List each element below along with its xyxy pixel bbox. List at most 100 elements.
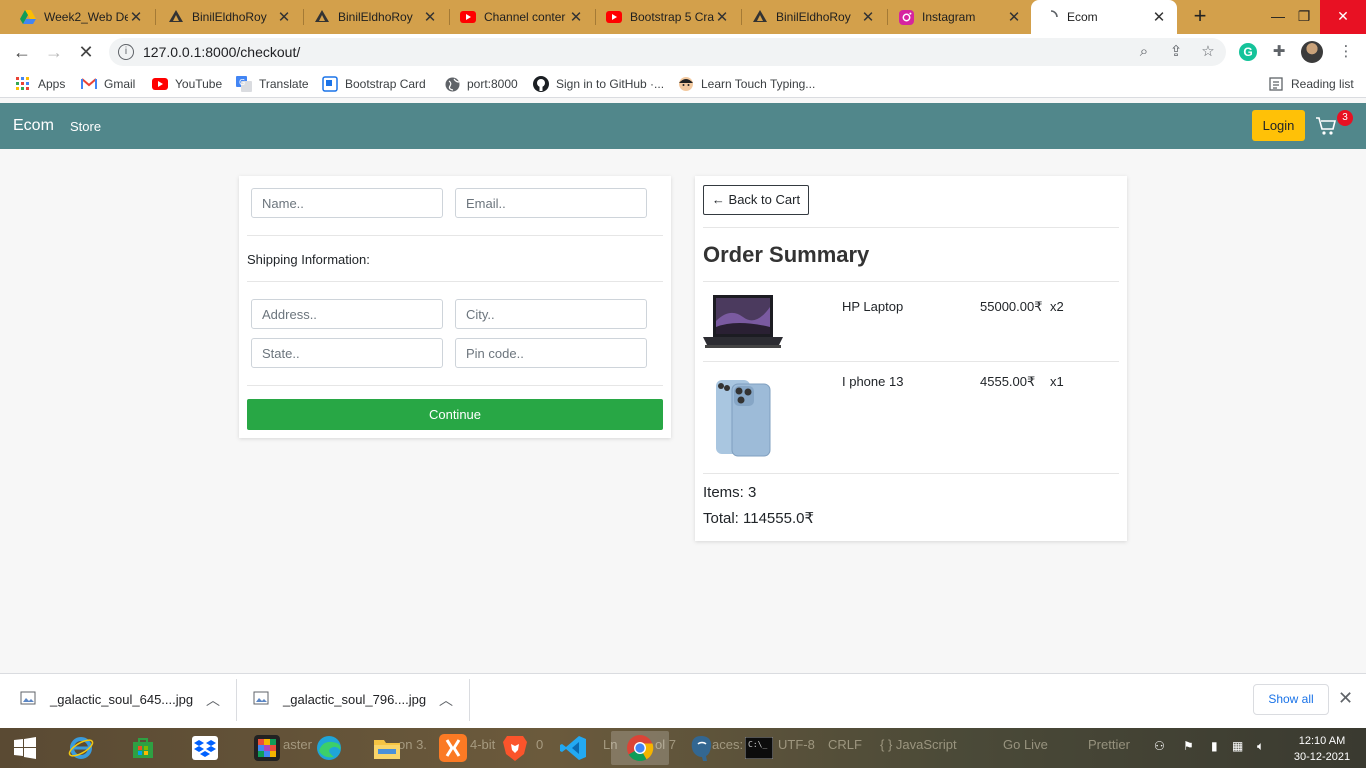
download-item[interactable]: _galactic_soul_796....jpg bbox=[253, 691, 426, 708]
url-text[interactable]: 127.0.0.1:8000/checkout/ bbox=[143, 44, 300, 60]
product-quantity: x2 bbox=[1050, 299, 1064, 314]
bookmark-typing[interactable]: Learn Touch Typing... bbox=[678, 74, 815, 94]
menu-kebab-icon[interactable]: ⋮ bbox=[1336, 42, 1356, 62]
postgresql-icon[interactable] bbox=[683, 731, 719, 765]
address-field[interactable] bbox=[251, 299, 443, 329]
bookmark-label: Bootstrap Card bbox=[345, 77, 426, 91]
svg-text:C:\_: C:\_ bbox=[748, 740, 767, 749]
google-drive-icon bbox=[20, 9, 36, 25]
close-downloads-icon[interactable]: ✕ bbox=[1338, 688, 1353, 709]
bookmark-label: Learn Touch Typing... bbox=[701, 77, 816, 91]
typing-icon bbox=[678, 76, 694, 92]
divider bbox=[247, 235, 663, 236]
login-button[interactable]: Login bbox=[1252, 110, 1305, 141]
browser-tab[interactable]: Instagram ✕ bbox=[886, 0, 1032, 34]
back-arrow-icon[interactable]: ← bbox=[10, 41, 34, 65]
tab-close-icon[interactable]: ✕ bbox=[1006, 8, 1022, 26]
taskbar-clock[interactable]: 12:10 AM 30-12-2021 bbox=[1285, 733, 1359, 765]
email-field[interactable] bbox=[455, 188, 647, 218]
window-close-icon[interactable]: ✕ bbox=[1320, 0, 1366, 34]
github-user-icon bbox=[168, 9, 184, 25]
browser-tab[interactable]: Channel conter ✕ bbox=[448, 0, 594, 34]
terminal-icon[interactable]: C:\_ bbox=[741, 731, 777, 765]
new-tab-plus-icon[interactable]: + bbox=[1188, 5, 1212, 29]
share-icon[interactable]: ⇪ bbox=[1166, 42, 1186, 62]
network-icon[interactable]: ▦ bbox=[1232, 739, 1243, 753]
bookmark-youtube[interactable]: YouTube bbox=[152, 74, 222, 94]
tab-title: BinilEldhoRoy bbox=[776, 10, 851, 24]
brand-logo[interactable]: Ecom bbox=[13, 117, 54, 135]
battery-icon[interactable]: ▮ bbox=[1211, 739, 1218, 753]
internet-explorer-icon[interactable] bbox=[63, 731, 99, 765]
bookmark-bootstrap-card[interactable]: Bootstrap Card bbox=[322, 74, 426, 94]
xampp-icon[interactable] bbox=[435, 731, 471, 765]
browser-tab[interactable]: Bootstrap 5 Cra ✕ bbox=[594, 0, 740, 34]
reading-list[interactable]: Reading list bbox=[1268, 74, 1354, 94]
bookmark-apps[interactable]: Apps bbox=[15, 74, 65, 94]
extensions-puzzle-icon[interactable]: ✚ bbox=[1269, 42, 1289, 62]
gmail-icon bbox=[81, 76, 97, 92]
forward-arrow-icon[interactable]: → bbox=[42, 41, 66, 65]
nav-link-store[interactable]: Store bbox=[70, 119, 101, 134]
browser-tab[interactable]: BinilEldhoRoy ✕ bbox=[302, 0, 448, 34]
globe-icon bbox=[444, 76, 460, 92]
volume-icon[interactable]: 🔈︎ bbox=[1257, 739, 1264, 754]
bookmark-port[interactable]: port:8000 bbox=[444, 74, 518, 94]
browser-tab[interactable]: BinilEldhoRoy ✕ bbox=[156, 0, 302, 34]
photos-app-icon[interactable] bbox=[249, 731, 285, 765]
tab-close-icon[interactable]: ✕ bbox=[276, 8, 292, 26]
tab-title: Bootstrap 5 Cra bbox=[630, 10, 714, 24]
laptop-image bbox=[703, 293, 783, 356]
browser-tab-active[interactable]: Ecom ✕ bbox=[1031, 0, 1177, 34]
tab-title: Channel conter bbox=[484, 10, 566, 24]
bookmark-gmail[interactable]: Gmail bbox=[81, 74, 135, 94]
background-text: aster bbox=[283, 737, 312, 752]
bookmark-translate[interactable]: G Translate bbox=[236, 74, 309, 94]
pincode-field[interactable] bbox=[455, 338, 647, 368]
clock-time: 12:10 AM bbox=[1298, 735, 1346, 747]
profile-avatar[interactable] bbox=[1301, 41, 1323, 63]
browser-tab[interactable]: BinilEldhoRoy ✕ bbox=[740, 0, 886, 34]
bookmark-star-icon[interactable]: ☆ bbox=[1198, 42, 1218, 62]
user-icon[interactable]: ⚇ bbox=[1154, 739, 1165, 753]
grammarly-icon[interactable]: G bbox=[1239, 43, 1257, 61]
tab-title: BinilEldhoRoy bbox=[338, 10, 413, 24]
bookmark-github[interactable]: Sign in to GitHub ·... bbox=[533, 74, 664, 94]
tab-close-icon[interactable]: ✕ bbox=[1151, 8, 1167, 26]
tab-close-icon[interactable]: ✕ bbox=[714, 8, 730, 26]
tab-close-icon[interactable]: ✕ bbox=[128, 8, 144, 26]
dropbox-icon[interactable] bbox=[187, 731, 223, 765]
site-info-icon[interactable]: i bbox=[118, 44, 134, 60]
background-text: CRLF bbox=[828, 737, 862, 752]
name-field[interactable] bbox=[251, 188, 443, 218]
image-file-icon bbox=[20, 691, 36, 708]
store-icon[interactable] bbox=[125, 731, 161, 765]
file-explorer-icon[interactable] bbox=[369, 731, 405, 765]
browser-tab[interactable]: Week2_Web De ✕ bbox=[8, 0, 154, 34]
show-all-button[interactable]: Show all bbox=[1253, 684, 1329, 715]
tab-close-icon[interactable]: ✕ bbox=[860, 8, 876, 26]
chevron-up-icon[interactable]: ︿ bbox=[206, 690, 220, 710]
tab-close-icon[interactable]: ✕ bbox=[422, 8, 438, 26]
stop-loading-icon[interactable]: ✕ bbox=[74, 41, 98, 65]
cart-icon[interactable] bbox=[1315, 116, 1337, 139]
zoom-icon[interactable]: ⌕ bbox=[1134, 42, 1154, 62]
image-file-icon bbox=[253, 691, 269, 708]
product-price: 4555.00₹ bbox=[980, 374, 1036, 389]
back-to-cart-button[interactable]: ← Back to Cart bbox=[703, 185, 809, 215]
brave-icon[interactable] bbox=[497, 731, 533, 765]
chrome-icon[interactable] bbox=[611, 731, 669, 765]
edge-icon[interactable] bbox=[311, 731, 347, 765]
city-field[interactable] bbox=[455, 299, 647, 329]
flag-icon[interactable]: ⚑ bbox=[1183, 739, 1194, 753]
chevron-up-icon[interactable]: ︿ bbox=[439, 690, 453, 710]
tab-close-icon[interactable]: ✕ bbox=[568, 8, 584, 26]
windows-start-icon[interactable] bbox=[7, 731, 43, 765]
github-user-icon bbox=[314, 9, 330, 25]
continue-button[interactable]: Continue bbox=[247, 399, 663, 430]
state-field[interactable] bbox=[251, 338, 443, 368]
vscode-icon[interactable] bbox=[555, 731, 591, 765]
items-count: Items: 3 bbox=[703, 484, 757, 501]
bookmark-label: YouTube bbox=[175, 77, 223, 91]
download-item[interactable]: _galactic_soul_645....jpg bbox=[20, 691, 193, 708]
